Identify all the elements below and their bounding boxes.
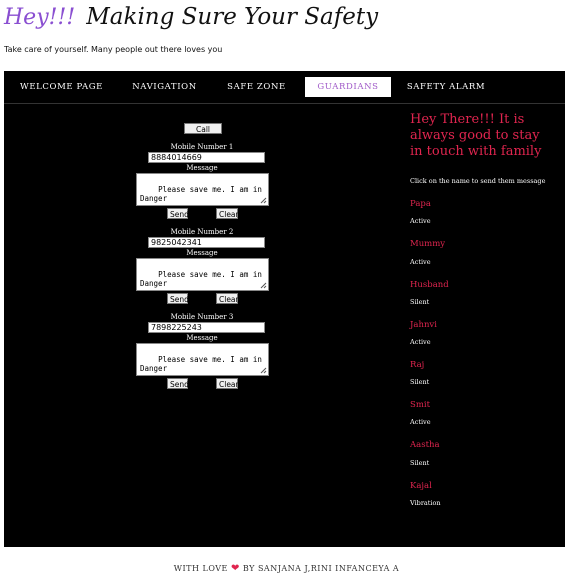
guardian-status: Active bbox=[410, 217, 431, 225]
guardian-name[interactable]: Mummy bbox=[410, 239, 445, 249]
message-textarea[interactable]: Please save me. I am in Danger bbox=[136, 173, 269, 206]
send-button[interactable]: Send bbox=[167, 293, 189, 304]
heart-icon: ❤ bbox=[230, 563, 240, 574]
message-label: Message bbox=[186, 334, 218, 342]
guardian-status: Active bbox=[410, 418, 431, 426]
message-textarea[interactable]: Please save me. I am in Danger bbox=[136, 343, 269, 376]
message-label: Message bbox=[186, 249, 218, 257]
mobile-number-label: Mobile Number 2 bbox=[170, 228, 234, 236]
clear-button[interactable]: Clear bbox=[216, 378, 239, 389]
resize-grip-icon[interactable] bbox=[259, 281, 267, 289]
message-text: Please save me. I am in Danger bbox=[140, 270, 267, 288]
mobile-number-label: Mobile Number 1 bbox=[170, 143, 234, 151]
guardian-name[interactable]: Husband bbox=[410, 280, 449, 290]
send-button[interactable]: Send bbox=[167, 378, 189, 389]
resize-grip-icon[interactable] bbox=[259, 196, 267, 204]
guardian-status: Active bbox=[410, 258, 431, 266]
guardians-heading: Hey There!!! It is always good to stay i… bbox=[410, 112, 542, 159]
guardian-name[interactable]: Raj bbox=[410, 360, 424, 370]
message-textarea[interactable]: Please save me. I am in Danger bbox=[136, 258, 269, 291]
guardian-name[interactable]: Aastha bbox=[410, 440, 440, 450]
guardian-status: Silent bbox=[410, 459, 430, 467]
brand: Hey!!! Making Sure Your Safety bbox=[4, 4, 378, 44]
nav-safety-alarm[interactable]: SAFETY ALARM bbox=[402, 77, 490, 97]
clear-button[interactable]: Clear bbox=[216, 208, 239, 219]
guardian-status: Silent bbox=[410, 298, 430, 306]
message-label: Message bbox=[186, 164, 218, 172]
brand-hey: Hey!!! bbox=[4, 5, 76, 30]
guardian-name[interactable]: Kajal bbox=[410, 481, 432, 491]
nav-safe-zone[interactable]: SAFE ZONE bbox=[219, 77, 294, 97]
footer: WITH LOVE ❤ BY SANJANA J,RINI INFANCEYA … bbox=[0, 563, 573, 574]
nav-welcome-page[interactable]: WELCOME PAGE bbox=[14, 77, 109, 97]
brand-title: Making Sure Your Safety bbox=[86, 4, 379, 30]
mobile-number-input[interactable]: 8884014669 bbox=[148, 152, 265, 163]
guardians-instruction: Click on the name to send them message bbox=[410, 177, 546, 185]
resize-grip-icon[interactable] bbox=[259, 366, 267, 374]
guardian-status: Vibration bbox=[410, 499, 441, 507]
main-panel: WELCOME PAGE NAVIGATION SAFE ZONE GUARDI… bbox=[4, 71, 565, 547]
nav-navigation[interactable]: NAVIGATION bbox=[122, 77, 207, 97]
mobile-number-label: Mobile Number 3 bbox=[170, 313, 234, 321]
mobile-number-input[interactable]: 7898225243 bbox=[148, 322, 265, 333]
footer-left: WITH LOVE bbox=[173, 564, 228, 573]
guardian-status: Silent bbox=[410, 378, 430, 386]
call-1901-button[interactable]: Call 1901 bbox=[184, 123, 222, 145]
guardian-name[interactable]: Papa bbox=[410, 199, 431, 209]
mobile-number-input[interactable]: 9825042341 bbox=[148, 237, 265, 248]
nav-bar: WELCOME PAGE NAVIGATION SAFE ZONE GUARDI… bbox=[4, 71, 565, 103]
message-text: Please save me. I am in Danger bbox=[140, 185, 267, 203]
clear-button[interactable]: Clear bbox=[216, 293, 239, 304]
nav-divider bbox=[4, 103, 565, 104]
send-button[interactable]: Send bbox=[167, 208, 189, 219]
message-text: Please save me. I am in Danger bbox=[140, 355, 267, 373]
tagline: Take care of yourself. Many people out t… bbox=[4, 45, 223, 54]
guardian-status: Active bbox=[410, 338, 431, 346]
guardian-name[interactable]: Jahnvi bbox=[410, 320, 437, 330]
footer-right: BY SANJANA J,RINI INFANCEYA A bbox=[242, 564, 400, 573]
guardian-name[interactable]: Smit bbox=[410, 400, 430, 410]
nav-guardians[interactable]: GUARDIANS bbox=[305, 77, 391, 97]
